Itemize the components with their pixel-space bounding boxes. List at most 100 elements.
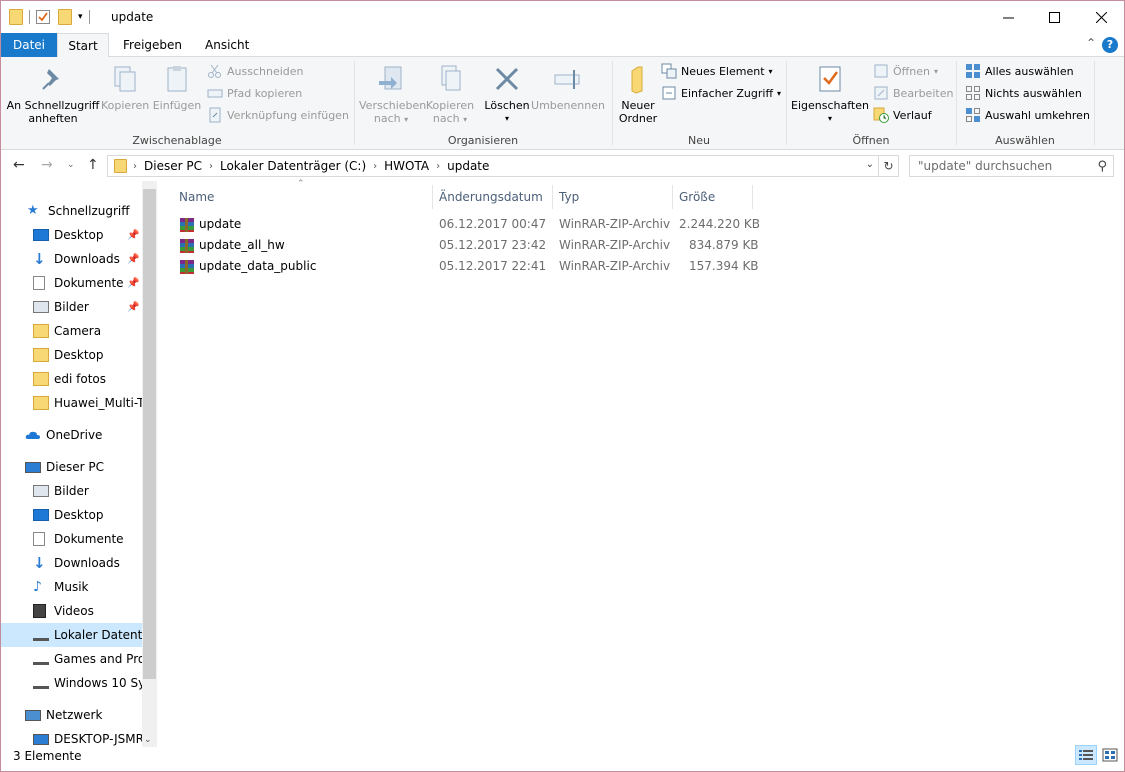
help-icon[interactable]: ? <box>1102 37 1118 53</box>
nav-item-pc-music[interactable]: ♪ Musik <box>1 575 142 599</box>
back-arrow-icon[interactable]: ← <box>13 157 25 173</box>
copy-label: Kopieren <box>101 99 150 112</box>
cut-button[interactable]: Ausschneiden <box>207 61 304 81</box>
copy-path-button[interactable]: Pfad kopieren <box>207 83 302 103</box>
nav-item-qa-documents[interactable]: Dokumente 📌 <box>1 271 142 295</box>
search-input[interactable] <box>910 156 1090 176</box>
column-header-size[interactable]: Größe <box>673 185 753 209</box>
pin-label-line2: anheften <box>28 112 78 125</box>
table-row[interactable]: update_data_public 05.12.2017 22:41 WinR… <box>157 257 759 278</box>
address-bar[interactable]: › Dieser PC › Lokaler Datenträger (C:) ›… <box>107 155 899 177</box>
scissors-icon <box>207 63 223 79</box>
column-header-date[interactable]: Änderungsdatum <box>433 185 553 209</box>
pictures-icon <box>33 485 49 497</box>
file-type: WinRAR-ZIP-Archiv <box>559 217 671 231</box>
details-view-button[interactable] <box>1075 745 1097 765</box>
nav-item-qa-desktop[interactable]: Desktop 📌 <box>1 223 142 247</box>
tab-share[interactable]: Freigeben <box>113 33 192 57</box>
paste-icon <box>161 63 193 95</box>
paste-button[interactable]: Einfügen <box>151 63 203 112</box>
file-size: 2.244.220 KB <box>679 217 760 231</box>
nav-item-this-pc[interactable]: Dieser PC <box>1 455 142 479</box>
nav-scrollbar[interactable]: ⌄ <box>142 181 157 747</box>
breadcrumb-hwota[interactable]: HWOTA <box>379 159 434 173</box>
file-date: 06.12.2017 00:47 <box>439 217 547 231</box>
tab-start[interactable]: Start <box>57 33 109 58</box>
copy-to-button[interactable]: Kopieren nach ▾ <box>425 63 475 126</box>
nav-item-qa-downloads[interactable]: ↓ Downloads 📌 <box>1 247 142 271</box>
nav-item-quick-access[interactable]: ★ Schnellzugriff <box>1 199 142 223</box>
address-dropdown-chevron-icon[interactable]: ⌄ <box>866 159 874 170</box>
nav-item-pc-downloads[interactable]: ↓ Downloads <box>1 551 142 575</box>
breadcrumb-local-disk[interactable]: Lokaler Datenträger (C:) <box>215 159 371 173</box>
minimize-icon <box>1002 17 1014 18</box>
music-note-icon: ♪ <box>33 579 42 595</box>
nav-item-qa-camera[interactable]: Camera <box>1 319 142 343</box>
nav-item-qa-pictures[interactable]: Bilder 📌 <box>1 295 142 319</box>
easy-access-button[interactable]: Einfacher Zugriff ▾ <box>661 83 781 103</box>
new-item-button[interactable]: Neues Element ▾ <box>661 61 773 81</box>
invert-selection-button[interactable]: Auswahl umkehren <box>965 105 1090 125</box>
properties-button[interactable]: Eigenschaften ▾ <box>789 63 871 125</box>
nav-item-network-desktop[interactable]: DESKTOP-JSMR0 <box>1 727 142 747</box>
nav-item-pc-local-disk[interactable]: Lokaler Datenträger (C:) <box>1 623 142 647</box>
minimize-button[interactable] <box>985 1 1031 33</box>
nav-item-network[interactable]: Netzwerk <box>1 703 142 727</box>
nav-item-pc-videos[interactable]: Videos <box>1 599 142 623</box>
nav-item-qa-edi-fotos[interactable]: edi fotos <box>1 367 142 391</box>
pin-quick-access-button[interactable]: An Schnellzugriff anheften <box>5 63 101 125</box>
rename-button[interactable]: Umbenennen <box>531 63 605 112</box>
move-to-button[interactable]: Verschieben nach ▾ <box>359 63 426 126</box>
breadcrumb-separator-icon[interactable]: › <box>434 161 442 172</box>
collapse-ribbon-icon[interactable]: ⌃ <box>1086 36 1096 50</box>
refresh-icon[interactable]: ↻ <box>878 156 898 176</box>
copy-to-label-line2: nach <box>432 112 460 125</box>
breadcrumb-separator-icon[interactable]: › <box>131 161 139 172</box>
nav-item-onedrive[interactable]: OneDrive <box>1 423 142 447</box>
open-button[interactable]: Öffnen ▾ <box>873 61 938 81</box>
nav-item-qa-desktop-folder[interactable]: Desktop <box>1 343 142 367</box>
paste-shortcut-button[interactable]: Verknüpfung einfügen <box>207 105 349 125</box>
pin-icon: 📌 <box>127 253 140 265</box>
up-arrow-icon[interactable]: ↑ <box>87 157 99 173</box>
chevron-down-icon: ▾ <box>404 115 409 124</box>
delete-button[interactable]: Löschen ▾ <box>483 63 531 125</box>
copy-button[interactable]: Kopieren <box>101 63 149 112</box>
select-none-button[interactable]: Nichts auswählen <box>965 83 1082 103</box>
tab-view[interactable]: Ansicht <box>195 33 259 57</box>
recent-locations-chevron-icon[interactable]: ⌄ <box>67 160 75 170</box>
nav-item-pc-pictures[interactable]: Bilder <box>1 479 142 503</box>
tab-file[interactable]: Datei <box>1 33 57 57</box>
search-icon[interactable]: ⚲ <box>1097 159 1107 174</box>
search-box[interactable]: ⚲ <box>909 155 1114 177</box>
select-all-button[interactable]: Alles auswählen <box>965 61 1074 81</box>
nav-item-pc-games-drive[interactable]: Games and Programs (D:) <box>1 647 142 671</box>
column-header-name[interactable]: Name <box>173 185 433 209</box>
scroll-down-chevron-icon[interactable]: ⌄ <box>144 735 152 745</box>
close-button[interactable] <box>1078 1 1124 33</box>
properties-check-icon[interactable] <box>36 10 50 24</box>
large-icons-view-button[interactable] <box>1099 745 1121 765</box>
scrollbar-thumb[interactable] <box>143 189 156 679</box>
nav-item-pc-desktop[interactable]: Desktop <box>1 503 142 527</box>
breadcrumb-this-pc[interactable]: Dieser PC <box>139 159 207 173</box>
paste-shortcut-label: Verknüpfung einfügen <box>227 108 349 122</box>
new-item-label: Neues Element <box>681 64 765 78</box>
breadcrumb-update[interactable]: update <box>442 159 494 173</box>
breadcrumb-separator-icon[interactable]: › <box>207 161 215 172</box>
forward-arrow-icon[interactable]: → <box>41 157 53 173</box>
customize-dropdown-icon[interactable]: ▾ <box>78 12 83 22</box>
table-row[interactable]: update 06.12.2017 00:47 WinRAR-ZIP-Archi… <box>157 215 760 236</box>
nav-item-qa-huawei[interactable]: Huawei_Multi-Tool <box>1 391 142 415</box>
nav-item-pc-documents[interactable]: Dokumente <box>1 527 142 551</box>
new-folder-icon[interactable] <box>58 9 72 25</box>
table-row[interactable]: update_all_hw 05.12.2017 23:42 WinRAR-ZI… <box>157 236 759 257</box>
new-folder-button[interactable]: Neuer Ordner <box>615 63 661 125</box>
breadcrumb-separator-icon[interactable]: › <box>371 161 379 172</box>
nav-item-pc-windows-drive[interactable]: Windows 10 System <box>1 671 142 695</box>
new-group: Neuer Ordner Neues Element ▾ Einfacher Z… <box>613 57 785 150</box>
edit-button[interactable]: Bearbeiten <box>873 83 953 103</box>
history-button[interactable]: Verlauf <box>873 105 932 125</box>
maximize-button[interactable] <box>1031 1 1077 33</box>
column-header-type[interactable]: Typ <box>553 185 673 209</box>
